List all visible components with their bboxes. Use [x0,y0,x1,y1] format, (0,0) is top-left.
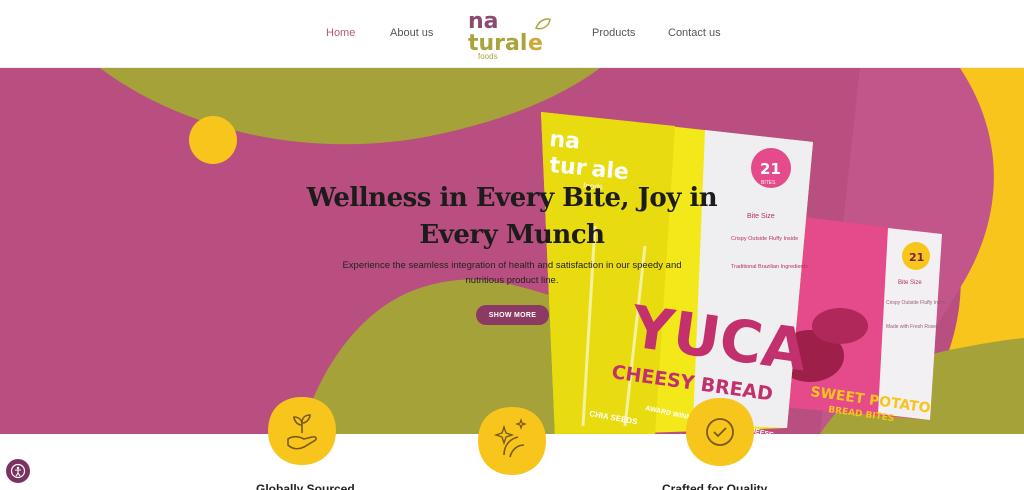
nav-products-link[interactable]: Products [592,27,635,39]
potato-badge: 21 [909,251,924,264]
yellow-circle [189,116,237,164]
accessibility-icon [10,463,26,479]
sparkles-sprout-icon [478,407,546,475]
yuca-bite-size: Bite Size [747,213,775,220]
potato-crispy: Crispy Outside Fluffy Inside [886,300,947,306]
logo-line2: tural [468,31,527,56]
site-header: Home About us na tural e foods Products … [0,0,1024,68]
naturale-logo[interactable]: na tural e foods [466,6,554,62]
potato-fresh: Made with Fresh Rosemary [886,324,948,330]
potato-bite-size: Bite Size [898,280,922,286]
nav-contact-link[interactable]: Contact us [668,27,721,39]
hero-subtitle: Experience the seamless integration of h… [342,260,682,286]
hand-plant-icon [268,397,336,465]
yuca-brand-mid: tur [548,153,587,181]
yuca-traditional: Traditional Brazilian Ingredients [731,264,808,270]
yuca-crispy: Crispy Outside Fluffy Inside [731,236,798,242]
feature-title-crafted: Crafted for Quality [662,482,768,490]
hero-title: Wellness in Every Bite, Joy in Every Mun… [306,183,718,250]
yuca-badge-txt: BITES [761,180,776,186]
leaf-icon [535,18,551,30]
logo-tagline: foods [478,52,498,61]
check-circle-icon [686,398,754,466]
nav-home-link[interactable]: Home [326,27,355,39]
logo-line3: e [528,31,543,56]
hero-section: 21 Bite Size Crispy Outside Fluffy Insid… [0,68,1024,434]
feature-title-globally-sourced: Globally Sourced [256,482,355,490]
show-more-button[interactable]: SHOW MORE [476,305,549,325]
yuca-badge-num: 21 [760,160,781,178]
yuca-brand-top: na [548,127,581,155]
nav-about-link[interactable]: About us [390,27,433,39]
accessibility-button[interactable] [6,459,30,483]
